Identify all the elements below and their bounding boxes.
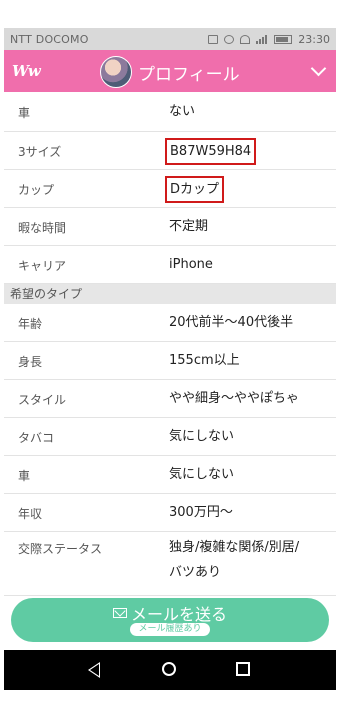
row-value: やや細身〜ややぽちゃ xyxy=(169,391,300,406)
pref-row-age: 年齢 20代前半〜40代後半 xyxy=(4,304,336,342)
envelope-icon xyxy=(112,608,127,618)
row-value-highlighted: B87W59H84 xyxy=(165,138,257,165)
phone-screen: NTT DOCOMO 23:30 Ww プロフィール 車 ない 3サイズ B87… xyxy=(4,28,336,690)
profile-row-cup: カップ Dカップ xyxy=(4,170,336,208)
pref-row-tobacco: タバコ 気にしない xyxy=(4,418,336,456)
send-mail-line: メールを送る xyxy=(11,601,329,625)
alarm-icon xyxy=(224,34,235,44)
row-value-line-1: 独身/複雑な関係/別居/ xyxy=(169,540,300,555)
status-icons: 23:30 xyxy=(208,33,330,46)
pref-row-car: 車 気にしない xyxy=(4,456,336,494)
send-mail-button[interactable]: メールを送る メール履歴あり xyxy=(11,598,329,642)
row-label: 車 xyxy=(18,106,31,120)
row-label: 身長 xyxy=(18,355,43,369)
row-label: 年齢 xyxy=(18,317,43,331)
row-label: 年収 xyxy=(18,507,43,521)
row-value: 20代前半〜40代後半 xyxy=(169,315,294,330)
row-label: 交際ステータス xyxy=(18,542,103,556)
recent-apps-icon[interactable] xyxy=(236,662,250,676)
row-value-highlighted: Dカップ xyxy=(165,176,225,203)
page-title: プロフィール xyxy=(138,64,240,85)
mail-history-badge: メール履歴あり xyxy=(130,623,210,636)
pref-row-style: スタイル やや細身〜ややぽちゃ xyxy=(4,380,336,418)
home-icon[interactable] xyxy=(162,662,176,676)
row-label: 暇な時間 xyxy=(18,221,67,235)
row-value: 不定期 xyxy=(169,219,209,234)
profile-row-car: 車 ない xyxy=(4,92,336,132)
row-value: ない xyxy=(169,104,196,119)
row-value: 気にしない xyxy=(169,467,235,482)
row-value-line-2: バツあり xyxy=(169,565,222,580)
row-label: スタイル xyxy=(18,393,67,407)
signal-icon xyxy=(256,34,268,44)
row-label: 車 xyxy=(18,469,31,483)
send-mail-label: メールを送る xyxy=(130,605,227,624)
header-title-group: プロフィール xyxy=(100,56,240,88)
row-value: 300万円〜 xyxy=(169,505,233,520)
pref-row-height: 身長 155cm以上 xyxy=(4,342,336,380)
profile-row-carrier: キャリア iPhone xyxy=(4,246,336,284)
row-label: カップ xyxy=(18,183,55,197)
android-nav-bar xyxy=(4,650,336,690)
profile-row-three-size: 3サイズ B87W59H84 xyxy=(4,132,336,170)
row-value: 155cm以上 xyxy=(169,353,240,368)
wifi-icon xyxy=(240,34,251,44)
row-label: タバコ xyxy=(18,431,55,445)
battery-icon xyxy=(274,34,293,44)
chevron-down-icon[interactable] xyxy=(310,60,327,77)
row-value: 気にしない xyxy=(169,429,235,444)
row-label: 3サイズ xyxy=(18,145,62,159)
profile-row-free-time: 暇な時間 不定期 xyxy=(4,208,336,246)
profile-content: 車 ない 3サイズ B87W59H84 カップ Dカップ 暇な時間 不定期 キャ… xyxy=(4,92,336,618)
section-header-preferred-type: 希望のタイプ xyxy=(4,284,336,304)
clock: 23:30 xyxy=(298,32,330,46)
row-value: iPhone xyxy=(169,257,213,272)
vibrate-icon xyxy=(208,34,219,44)
back-icon[interactable] xyxy=(88,662,100,678)
pref-row-income: 年収 300万円〜 xyxy=(4,494,336,532)
app-header: Ww プロフィール xyxy=(4,50,336,92)
pref-row-relationship-status: 交際ステータス 独身/複雑な関係/別居/ バツあり xyxy=(4,532,336,596)
avatar[interactable] xyxy=(100,56,132,88)
row-label: キャリア xyxy=(18,259,67,273)
status-bar: NTT DOCOMO 23:30 xyxy=(4,28,336,50)
carrier-name: NTT DOCOMO xyxy=(10,32,89,46)
app-logo[interactable]: Ww xyxy=(12,62,41,80)
